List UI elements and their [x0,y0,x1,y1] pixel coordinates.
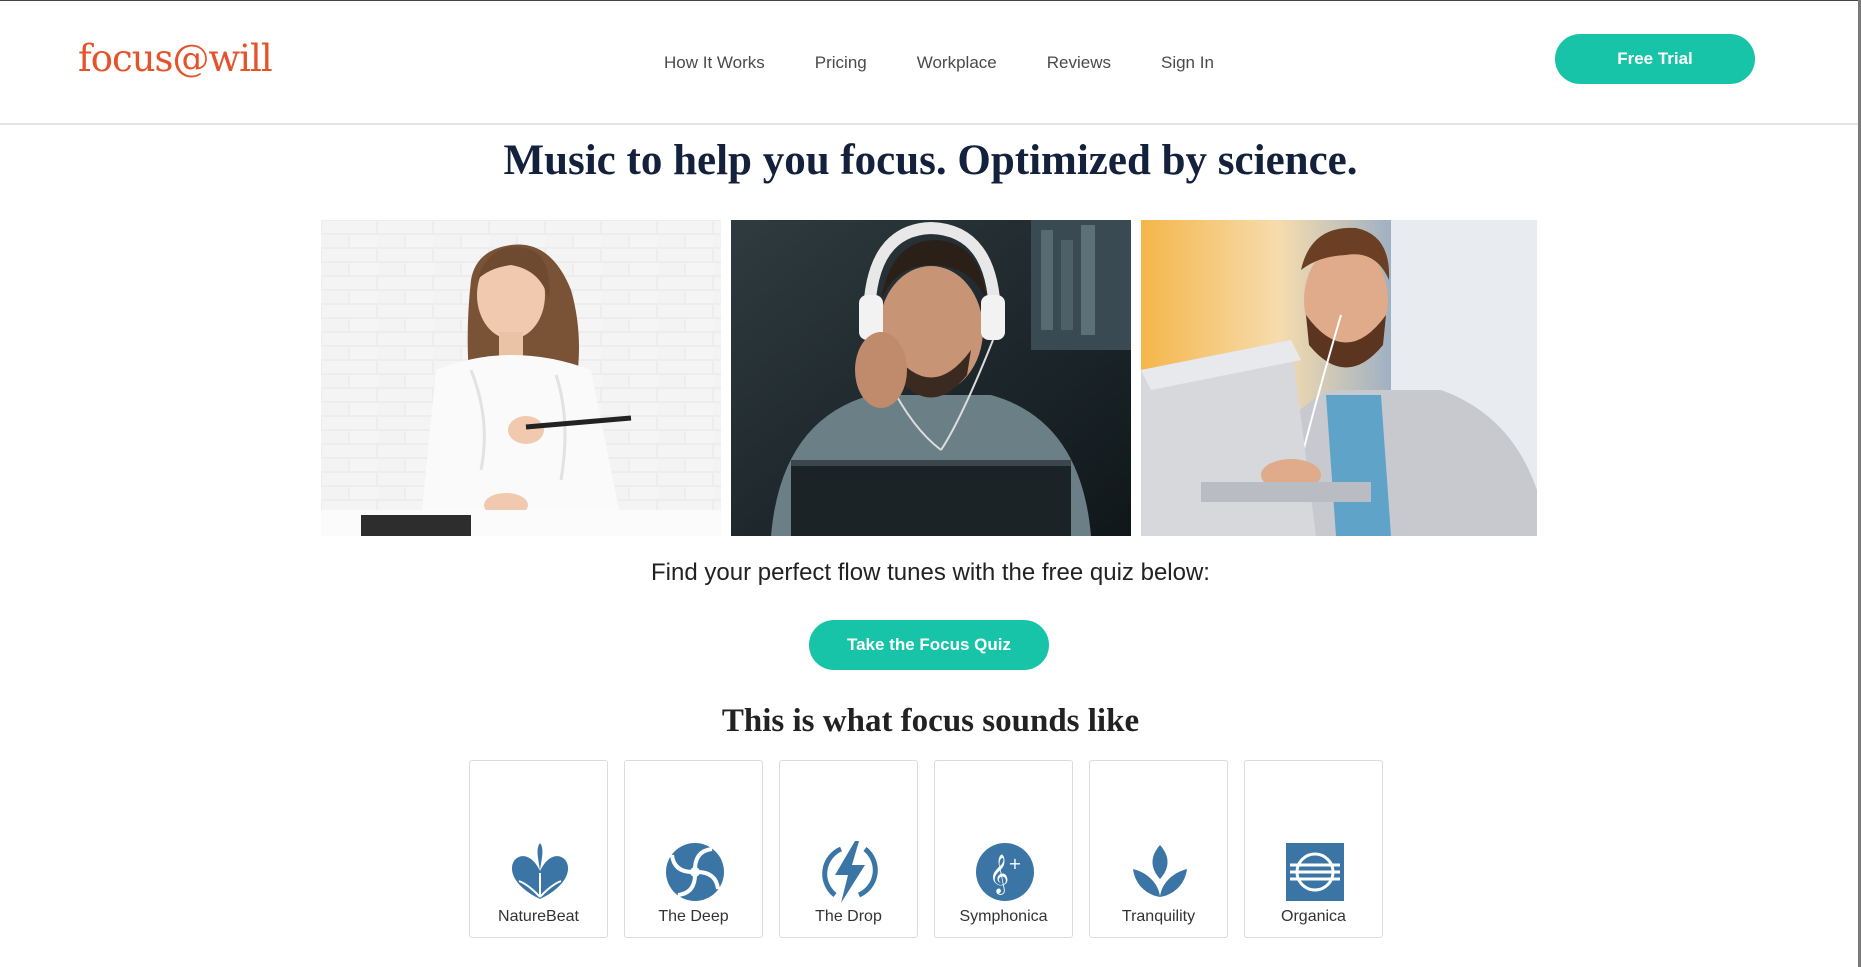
page: focus@will How It Works Pricing Workplac… [0,0,1861,967]
quiz-prompt: Find your perfect flow tunes with the fr… [651,559,1210,586]
channel-card-the-drop[interactable]: The Drop [779,760,918,938]
channel-label: Organica [1281,908,1346,925]
photo-man-laptop [1141,220,1537,536]
sounds-heading: This is what focus sounds like [721,703,1140,739]
site-header: focus@will How It Works Pricing Workplac… [0,1,1858,125]
logo[interactable]: focus@will [78,37,273,80]
photo-man-headphones [731,220,1131,536]
main-nav: How It Works Pricing Workplace Reviews S… [664,53,1214,73]
nav-sign-in[interactable]: Sign In [1161,53,1214,73]
channel-card-the-deep[interactable]: The Deep [624,760,763,938]
svg-text:+: + [1008,854,1021,873]
channel-card-organica[interactable]: Organica [1244,760,1383,938]
lotus-icon [1133,845,1187,897]
photo-woman [321,220,721,536]
page-title: Music to help you focus. Optimized by sc… [503,137,1358,184]
nav-pricing[interactable]: Pricing [815,53,867,73]
swirl-icon [666,843,724,901]
channel-label: The Deep [658,908,729,925]
treble-clef-icon: 𝄞 + [976,843,1034,901]
channel-label: Tranquility [1121,908,1196,925]
channel-card-tranquility[interactable]: Tranquility [1089,760,1228,938]
nav-reviews[interactable]: Reviews [1047,53,1111,73]
channel-label: Symphonica [959,908,1048,925]
channel-label: NatureBeat [498,908,579,925]
channel-card-naturebeat[interactable]: NatureBeat [469,760,608,938]
heart-leaves-icon [511,843,569,899]
lightning-icon [822,841,878,903]
focus-quiz-button[interactable]: Take the Focus Quiz [809,620,1049,670]
nav-how-it-works[interactable]: How It Works [664,53,765,73]
free-trial-button[interactable]: Free Trial [1555,34,1755,84]
nav-workplace[interactable]: Workplace [917,53,997,73]
channel-cards: NatureBeat The Deep The Drop 𝄞 + Symphon… [469,760,1383,938]
channel-label: The Drop [815,908,882,925]
svg-text:𝄞: 𝄞 [989,854,1009,895]
channel-card-symphonica[interactable]: 𝄞 + Symphonica [934,760,1073,938]
globe-icon [1286,843,1344,901]
